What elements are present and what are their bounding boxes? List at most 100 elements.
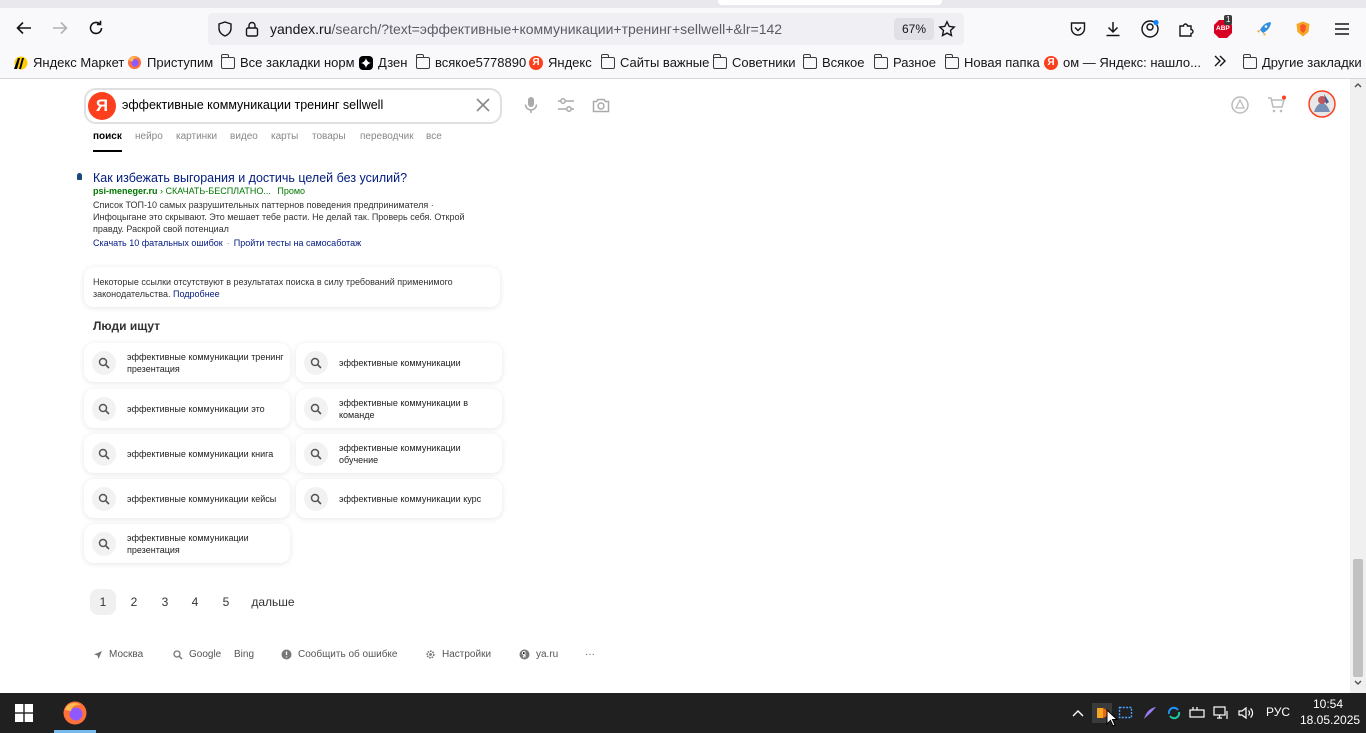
notice-more-link[interactable]: Подробнее — [173, 289, 220, 299]
bookmark-folder-vse-zakladki[interactable]: Все закладки норм — [221, 53, 355, 70]
cart-icon[interactable] — [1266, 95, 1286, 115]
related-query-chip[interactable]: эффективные коммуникации в команде — [296, 389, 502, 428]
brave-shield-extension-button[interactable] — [1292, 18, 1314, 40]
bookmark-folder-raznoe[interactable]: Разное — [874, 53, 936, 70]
footer-more-button[interactable]: ··· — [585, 649, 595, 660]
extensions-button[interactable] — [1175, 18, 1197, 40]
scrollbar-thumb[interactable] — [1353, 559, 1363, 677]
related-query-chip[interactable]: эффективные коммуникации кейсы — [84, 479, 290, 518]
ad-title-link[interactable]: Как избежать выгорания и достичь целей б… — [93, 171, 407, 185]
zoom-level-badge[interactable]: 67% — [894, 18, 935, 40]
next-page-link[interactable]: дальше — [248, 589, 298, 615]
yandex-logo[interactable]: Я — [88, 92, 116, 120]
rocket-icon — [1257, 22, 1271, 36]
search-box[interactable]: Я эффективные коммуникации тренинг sellw… — [84, 88, 502, 124]
bookmark-dzen[interactable]: Дзен — [359, 55, 407, 70]
adblock-extension-button[interactable]: ABP 1 — [1212, 15, 1234, 40]
bookmark-pristupim[interactable]: Приступим — [127, 55, 213, 70]
tray-language[interactable]: РУС — [1266, 705, 1290, 719]
page-link-current[interactable]: 1 — [90, 589, 116, 615]
page-link[interactable]: 5 — [216, 589, 236, 615]
tray-snipping-tool[interactable] — [1116, 703, 1136, 723]
tray-clock[interactable]: 10:54 18.05.2025 — [1300, 696, 1360, 728]
alice-icon[interactable] — [1230, 95, 1250, 115]
related-query-chip[interactable]: эффективные коммуникации — [296, 343, 502, 382]
related-query-chip[interactable]: эффективные коммуникации курс — [296, 479, 502, 518]
bookmark-yandex-market[interactable]: Яндекс Маркет — [12, 55, 124, 70]
forward-button[interactable] — [46, 14, 74, 42]
page-link[interactable]: 4 — [185, 589, 205, 615]
lion-shield-icon — [1296, 21, 1310, 37]
tray-overflow-button[interactable] — [1068, 703, 1088, 723]
active-tab-edge[interactable] — [718, 0, 942, 5]
tray-volume[interactable] — [1236, 703, 1256, 723]
filter-settings-icon[interactable] — [556, 95, 576, 115]
related-query-chip[interactable]: эффективные коммуникации книга — [84, 434, 290, 473]
start-button[interactable] — [0, 693, 48, 733]
page-link[interactable]: 3 — [155, 589, 175, 615]
avatar[interactable] — [1308, 90, 1336, 118]
lock-icon[interactable] — [244, 20, 260, 38]
pocket-button[interactable] — [1067, 18, 1089, 40]
rocket-extension-button[interactable] — [1253, 18, 1275, 40]
page-link[interactable]: 2 — [124, 589, 144, 615]
bookmark-folder-saity-vazhnye[interactable]: Сайты важные — [601, 53, 709, 70]
shield-icon[interactable] — [216, 20, 234, 38]
ad-domain-link[interactable]: psi-meneger.ru — [93, 186, 158, 196]
bookmark-yandex-search[interactable]: Я ом — Яндекс: нашло... — [1044, 55, 1201, 70]
microphone-icon[interactable] — [521, 95, 541, 115]
camera-icon[interactable] — [591, 95, 611, 115]
ad-sitelink[interactable]: Пройти тесты на самосаботаж — [234, 238, 361, 248]
chevron-up-icon[interactable] — [1354, 81, 1362, 89]
footer-bing-link[interactable]: Bing — [234, 649, 254, 660]
bookmark-folder-vsyakoe[interactable]: Всякое — [803, 53, 865, 70]
star-bookmark-icon[interactable] — [938, 20, 956, 38]
bookmark-label: всякое5778890 — [435, 55, 527, 70]
tray-battery-power[interactable] — [1188, 703, 1208, 723]
chevron-down-icon[interactable] — [1354, 679, 1362, 687]
related-query-chip[interactable]: эффективные коммуникации тренинг презент… — [84, 343, 290, 382]
tab-translate[interactable]: переводчик — [360, 131, 414, 142]
footer-location[interactable]: Москва — [93, 649, 143, 660]
bookmark-yandex[interactable]: Я Яндекс — [529, 55, 592, 70]
tray-network[interactable] — [1212, 703, 1232, 723]
reload-button[interactable] — [82, 14, 110, 42]
footer-ya-link[interactable]: ya.ru — [519, 649, 558, 660]
address-bar[interactable]: yandex.ru/search/?text=эффективные+комму… — [208, 13, 964, 45]
tab-images[interactable]: картинки — [176, 131, 217, 142]
gear-icon — [426, 650, 435, 659]
related-query-chip[interactable]: эффективные коммуникации обучение — [296, 434, 502, 473]
footer-settings-link[interactable]: Настройки — [425, 649, 491, 660]
related-query-chip[interactable]: эффективные коммуникации презентация — [84, 524, 290, 563]
tab-maps[interactable]: карты — [271, 131, 298, 142]
ad-path[interactable]: › СКАЧАТЬ-БЕСПЛАТНО... — [160, 186, 271, 196]
ad-sitelink[interactable]: Скачать 10 фатальных ошибок — [93, 238, 223, 248]
bookmark-folder-other[interactable]: Другие закладки — [1243, 53, 1362, 70]
footer-report-link[interactable]: Сообщить об ошибке — [281, 649, 397, 660]
tray-pen-app[interactable] — [1140, 703, 1160, 723]
downloads-button[interactable] — [1102, 18, 1124, 40]
tab-all[interactable]: все — [426, 131, 442, 142]
related-query-chip[interactable]: эффективные коммуникации это — [84, 389, 290, 428]
bookmark-folder-sovetniki[interactable]: Советники — [713, 53, 796, 70]
page-scrollbar[interactable] — [1350, 79, 1366, 693]
taskbar-firefox-button[interactable] — [54, 693, 96, 733]
tab-video[interactable]: видео — [230, 131, 258, 142]
tab-goods[interactable]: товары — [312, 131, 346, 142]
back-button[interactable] — [10, 14, 38, 42]
related-query-text: эффективные коммуникации кейсы — [127, 493, 277, 504]
search-input[interactable]: эффективные коммуникации тренинг sellwel… — [122, 98, 383, 112]
menu-button[interactable] — [1331, 18, 1353, 40]
tray-sync-app[interactable] — [1164, 703, 1184, 723]
tab-search[interactable]: поиск — [93, 131, 122, 142]
account-button[interactable] — [1139, 18, 1161, 40]
folder-icon — [713, 53, 727, 69]
url-text[interactable]: yandex.ru/search/?text=эффективные+комму… — [270, 21, 782, 37]
tab-neuro[interactable]: нейро — [135, 131, 163, 142]
close-icon[interactable] — [474, 96, 492, 114]
account-icon — [1141, 19, 1159, 38]
bookmarks-overflow-button[interactable] — [1213, 55, 1227, 67]
footer-google-link[interactable]: Google — [173, 649, 221, 660]
bookmark-folder-novaya-papka[interactable]: Новая папка — [945, 53, 1040, 70]
bookmark-folder-vsyakoe5778890[interactable]: всякое5778890 — [416, 53, 527, 70]
